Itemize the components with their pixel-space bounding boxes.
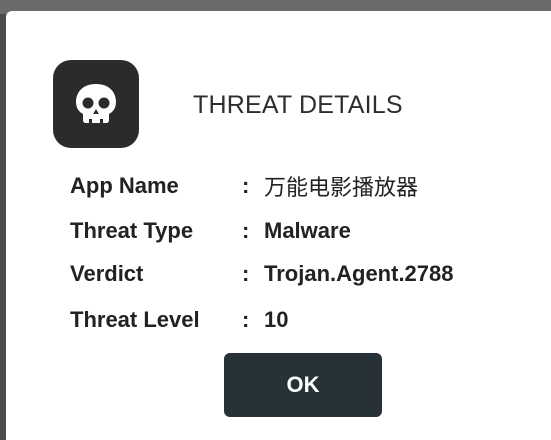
verdict-colon: : [242,261,250,286]
ok-button[interactable]: OK [224,353,382,417]
threat-type-label: Threat Type [70,218,194,243]
threat-type-colon: : [242,218,250,243]
verdict-value: Trojan.Agent.2788 [264,261,454,286]
threat-type-value: Malware [264,218,351,243]
app-name-value: 万能电影播放器 [264,176,419,201]
skull-icon [76,84,116,123]
row-app-name: App Name : 万能电影播放器 [70,171,418,201]
threat-details-dialog: THREAT DETAILS App Name : 万能电影播放器 Threat… [6,11,551,440]
app-icon [53,60,139,148]
threat-level-value: 10 [264,307,289,332]
threat-level-colon: : [242,307,250,332]
verdict-label: Verdict [70,261,144,286]
row-verdict: Verdict : Trojan.Agent.2788 [70,259,454,289]
threat-level-label: Threat Level [70,307,200,332]
row-threat-type: Threat Type : Malware [70,216,351,246]
dialog-title: THREAT DETAILS [193,91,403,119]
app-name-label: App Name [70,173,179,198]
app-name-colon: : [242,173,250,198]
row-threat-level: Threat Level : 10 [70,305,288,335]
